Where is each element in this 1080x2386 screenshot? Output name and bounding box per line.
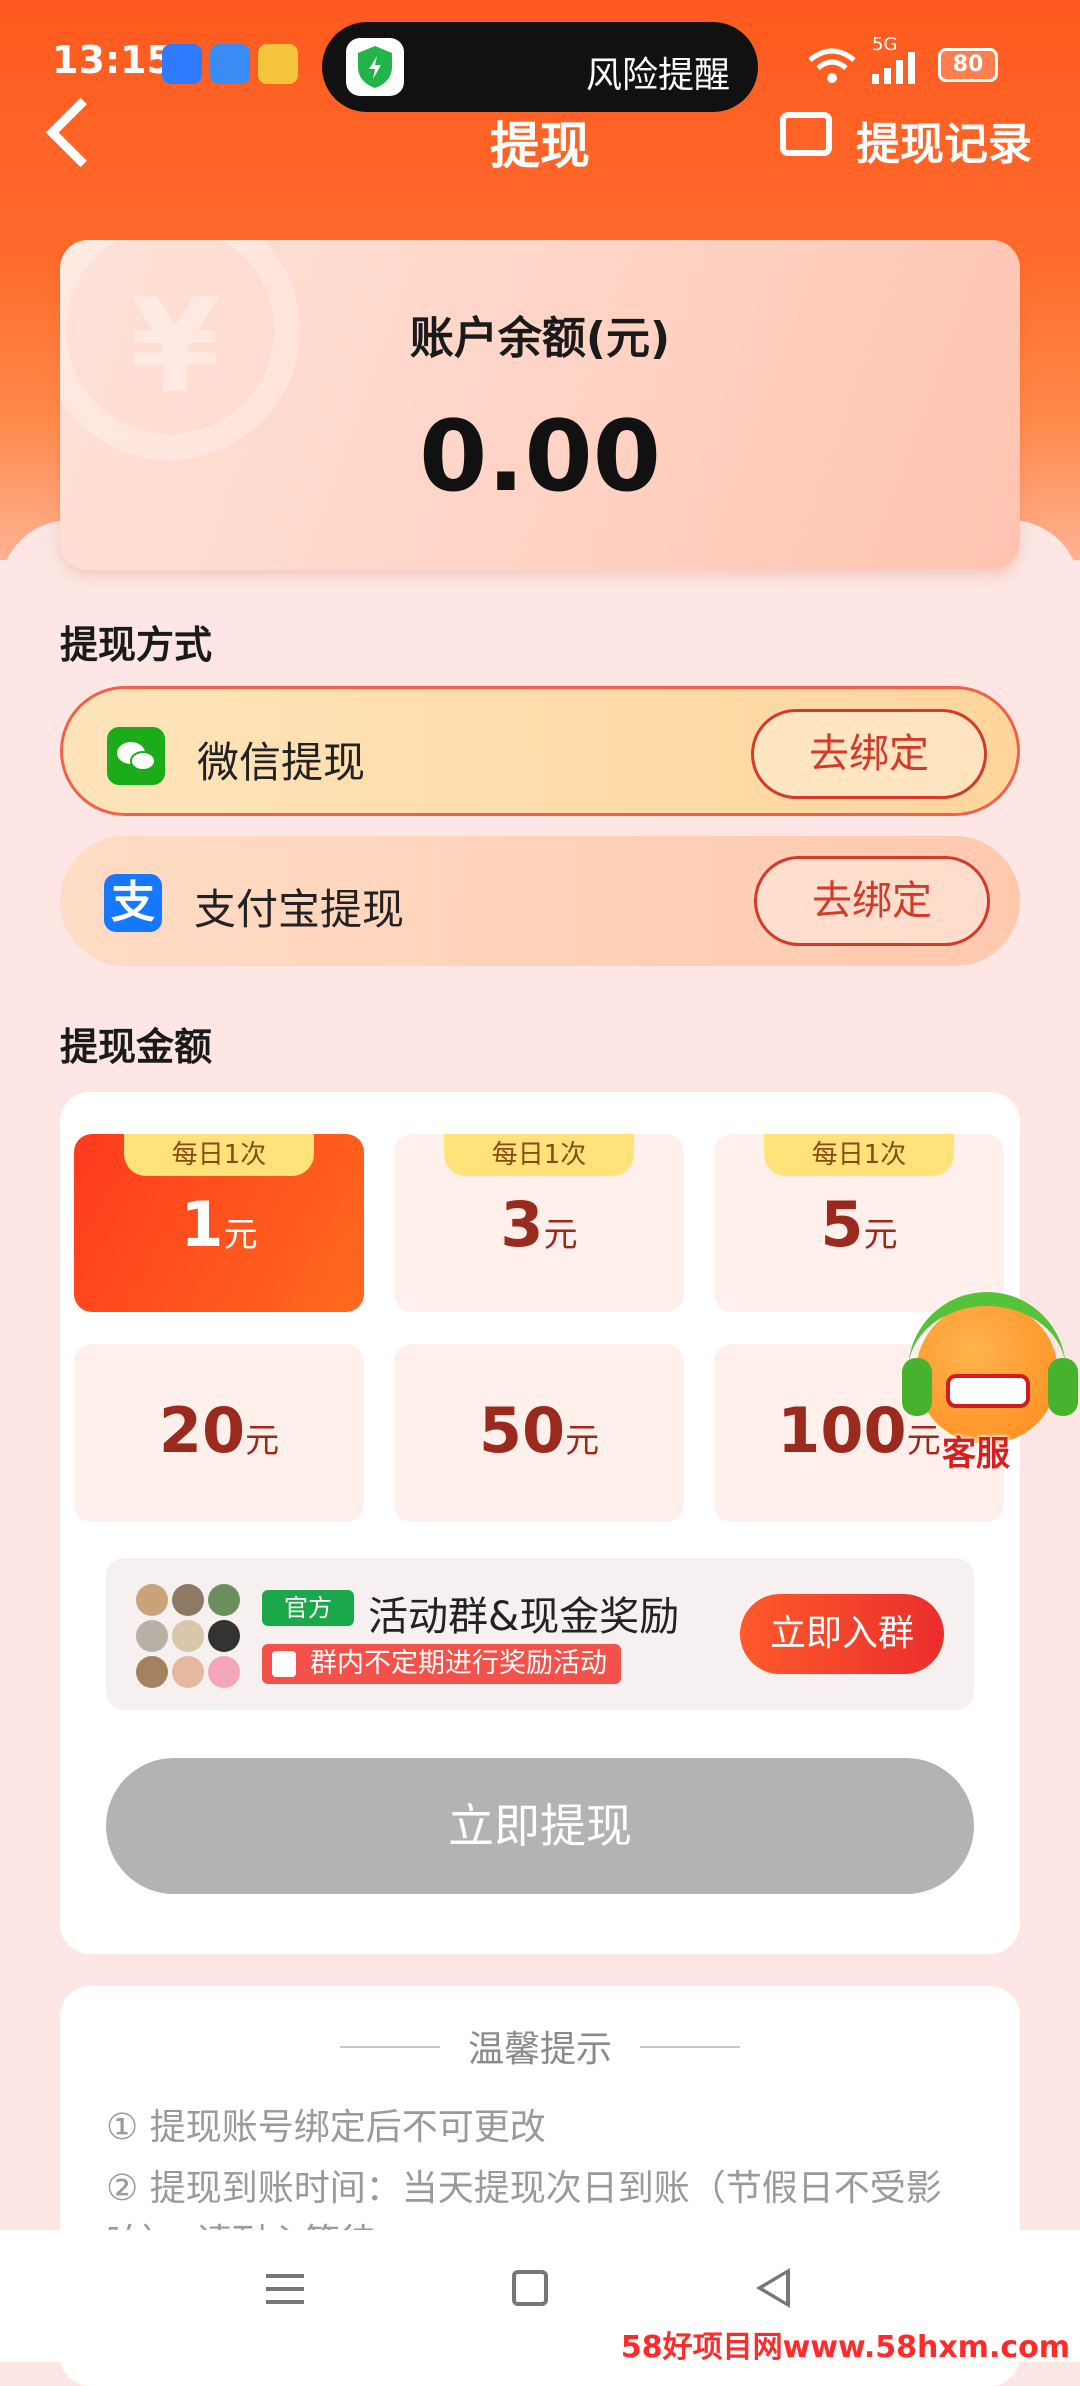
tips-title: 温馨提示	[467, 2029, 612, 2070]
tip-item: ① 提现账号绑定后不可更改	[106, 2107, 546, 2148]
balance-label: 账户余额(元)	[409, 313, 671, 364]
official-badge: 官方	[262, 1590, 354, 1626]
method-section-title: 提现方式	[60, 623, 213, 667]
withdraw-record-link[interactable]: 提现记录	[856, 108, 1032, 172]
battery-indicator: 80	[938, 48, 998, 82]
shield-icon	[346, 38, 404, 96]
wechat-icon	[107, 727, 165, 785]
divider	[640, 2046, 740, 2048]
amount-value: 1	[180, 1188, 224, 1261]
method-label: 支付宝提现	[194, 885, 405, 934]
signal-icon	[870, 52, 918, 88]
amount-option-3[interactable]: 每日1次 3元	[394, 1134, 684, 1312]
coin-stack-icon	[272, 1651, 296, 1677]
group-title: 活动群&现金奖励	[368, 1594, 680, 1640]
amount-value: 3	[500, 1188, 544, 1261]
amount-unit: 元	[565, 1421, 600, 1461]
daily-limit-tag: 每日1次	[764, 1134, 954, 1176]
status-time: 13:15	[52, 38, 173, 82]
amount-option-50[interactable]: 50元	[394, 1344, 684, 1522]
group-subtitle: 群内不定期进行奖励活动	[310, 1648, 607, 1679]
method-wechat[interactable]: 微信提现 去绑定	[60, 686, 1020, 816]
bind-wechat-button[interactable]: 去绑定	[751, 709, 987, 799]
status-bar: 13:15 风险提醒 5G 80	[0, 0, 1080, 120]
daily-limit-tag: 每日1次	[444, 1134, 634, 1176]
wallet-icon[interactable]	[780, 112, 832, 156]
notification-app-icon	[210, 44, 250, 84]
back-triangle-icon[interactable]	[756, 2268, 790, 2308]
amount-option-1[interactable]: 每日1次 1元	[74, 1134, 364, 1312]
group-subtitle-badge: 群内不定期进行奖励活动	[262, 1644, 621, 1684]
amount-value: 50	[478, 1394, 566, 1467]
amount-unit: 元	[543, 1215, 578, 1255]
amount-unit: 元	[863, 1215, 898, 1255]
method-label: 微信提现	[197, 738, 366, 787]
balance-card: ¥ 账户余额(元) 0.00	[60, 240, 1020, 570]
customer-service-button[interactable]: 客服	[902, 1292, 1080, 1474]
dynamic-island-alert[interactable]: 风险提醒	[322, 22, 758, 112]
daily-limit-tag: 每日1次	[124, 1134, 314, 1176]
mascot-mouth	[946, 1374, 1030, 1408]
notification-app-icon	[162, 44, 202, 84]
group-banner[interactable]: 官方 活动群&现金奖励 群内不定期进行奖励活动 立即入群	[106, 1558, 974, 1710]
join-group-button[interactable]: 立即入群	[740, 1594, 944, 1674]
amount-value: 5	[820, 1188, 864, 1261]
amount-unit: 元	[223, 1215, 258, 1255]
withdraw-now-button[interactable]: 立即提现	[106, 1758, 974, 1894]
method-alipay[interactable]: 支 支付宝提现 去绑定	[60, 836, 1020, 966]
amount-value: 100	[777, 1394, 907, 1467]
customer-service-label: 客服	[942, 1434, 1010, 1474]
alert-text: 风险提醒	[585, 55, 730, 96]
wifi-icon	[806, 46, 858, 90]
bind-alipay-button[interactable]: 去绑定	[754, 856, 990, 946]
amount-unit: 元	[245, 1421, 280, 1461]
amount-option-20[interactable]: 20元	[74, 1344, 364, 1522]
amount-option-5[interactable]: 每日1次 5元	[714, 1134, 1004, 1312]
watermark: 58好项目网www.58hxm.com	[620, 2330, 1070, 2365]
weibo-icon	[258, 44, 298, 84]
group-avatars	[136, 1584, 240, 1688]
amount-value: 20	[158, 1394, 246, 1467]
home-icon[interactable]	[512, 2270, 548, 2306]
amount-section-title: 提现金额	[60, 1025, 213, 1069]
menu-icon[interactable]	[266, 2274, 304, 2304]
balance-value: 0.00	[419, 400, 661, 514]
alipay-icon: 支	[104, 874, 162, 932]
